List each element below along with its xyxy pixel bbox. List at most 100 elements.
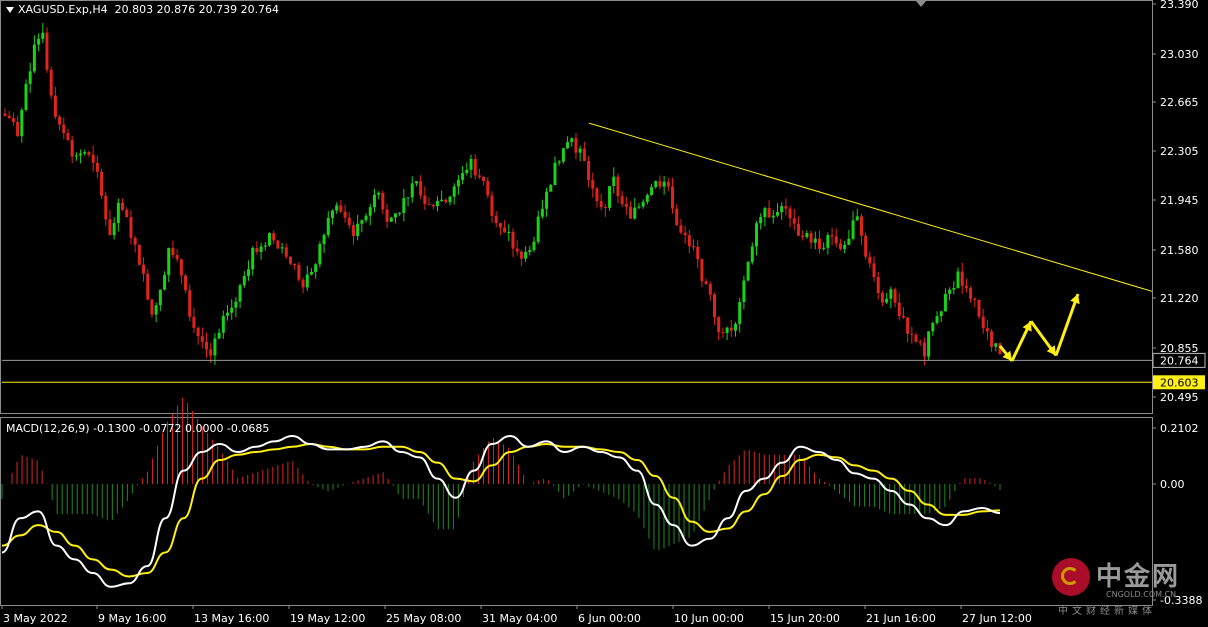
candle-body bbox=[318, 244, 322, 265]
candle-body bbox=[259, 246, 263, 252]
candle-body bbox=[284, 247, 288, 257]
candle-body bbox=[549, 185, 553, 192]
candle-body bbox=[931, 323, 935, 332]
candle-body bbox=[498, 223, 502, 228]
candle-body bbox=[192, 316, 196, 328]
candle-body bbox=[822, 247, 826, 249]
candle-body bbox=[238, 285, 242, 302]
candle-body bbox=[952, 288, 956, 290]
candle-body bbox=[650, 187, 654, 195]
time-tick-label: 6 Jun 00:00 bbox=[578, 612, 641, 625]
candle-body bbox=[969, 288, 973, 299]
candle-body bbox=[629, 206, 633, 219]
candle-body bbox=[906, 317, 910, 334]
candle-body bbox=[200, 336, 204, 342]
candle-body bbox=[293, 263, 297, 265]
candle-body bbox=[700, 259, 704, 282]
dropdown-triangle-icon[interactable] bbox=[6, 7, 14, 13]
price-tick-label: 20.495 bbox=[1160, 391, 1199, 404]
candle-body bbox=[112, 222, 116, 236]
overlay-lines: 20.764 20.603 bbox=[2, 122, 1206, 390]
candle-body bbox=[981, 316, 985, 329]
candle-body bbox=[263, 245, 267, 247]
candle-body bbox=[431, 204, 435, 207]
candle-body bbox=[780, 206, 784, 213]
candle-body bbox=[74, 155, 78, 157]
candle-body bbox=[813, 238, 817, 243]
candle-body bbox=[53, 95, 57, 117]
candle-body bbox=[767, 208, 771, 218]
time-tick-label: 25 May 08:00 bbox=[386, 612, 461, 625]
candle-body bbox=[977, 300, 981, 317]
candle-body bbox=[603, 207, 607, 209]
candle-body bbox=[880, 292, 884, 303]
candle-body bbox=[309, 271, 313, 275]
macd-tick-label: 0.00 bbox=[1160, 478, 1185, 491]
candle-body bbox=[230, 307, 234, 313]
candle-body bbox=[948, 289, 952, 294]
candle-body bbox=[305, 274, 309, 288]
candle-body bbox=[288, 256, 292, 264]
candle-body bbox=[272, 233, 276, 241]
candle-body bbox=[360, 220, 364, 224]
candle-body bbox=[393, 213, 397, 218]
candle-body bbox=[24, 83, 28, 110]
candle-body bbox=[465, 169, 469, 174]
candle-body bbox=[171, 247, 175, 256]
candle-body bbox=[616, 176, 620, 197]
candle-body bbox=[545, 191, 549, 209]
candle-body bbox=[255, 248, 259, 252]
candle-body bbox=[133, 237, 137, 245]
candle-body bbox=[624, 204, 628, 207]
time-tick-label: 3 May 2022 bbox=[3, 612, 68, 625]
candle-body bbox=[519, 251, 523, 259]
candle-body bbox=[922, 342, 926, 357]
candle-body bbox=[163, 275, 167, 290]
candle-body bbox=[326, 217, 330, 235]
candle-body bbox=[490, 195, 494, 216]
candle-body bbox=[28, 71, 32, 84]
price-tick-label: 21.945 bbox=[1160, 194, 1199, 207]
brand-logo-icon bbox=[1052, 558, 1090, 596]
symbol-label: XAGUSD.Exp,H4 bbox=[18, 3, 108, 16]
candle-body bbox=[796, 223, 800, 236]
candle-body bbox=[104, 195, 108, 220]
price-tick-label: 21.580 bbox=[1160, 244, 1199, 257]
candle-body bbox=[696, 246, 700, 260]
candle-body bbox=[754, 223, 758, 247]
candle-body bbox=[729, 327, 733, 331]
candle-body bbox=[95, 162, 99, 172]
current-price-label: 20.764 bbox=[1160, 354, 1199, 367]
watermark: 中金网 CNGOLD.COM.CN 中文财经新媒体 bbox=[1052, 556, 1202, 617]
candle-body bbox=[637, 206, 641, 208]
candle-body bbox=[477, 175, 481, 177]
candle-body bbox=[532, 241, 536, 251]
candle-body bbox=[314, 264, 318, 272]
candle-body bbox=[645, 194, 649, 202]
candle-body bbox=[721, 332, 725, 334]
candle-body bbox=[985, 328, 989, 332]
candle-body bbox=[561, 148, 565, 162]
candle-body bbox=[973, 298, 977, 301]
candle-body bbox=[267, 233, 271, 246]
candle-body bbox=[91, 154, 95, 163]
candle-body bbox=[536, 216, 540, 242]
candle-body bbox=[540, 208, 544, 217]
candle-body bbox=[444, 199, 448, 203]
candle-body bbox=[381, 192, 385, 210]
candle-body bbox=[7, 115, 11, 119]
candle-body bbox=[717, 317, 721, 333]
candle-body bbox=[708, 284, 712, 295]
candle-body bbox=[196, 327, 200, 337]
candle-body bbox=[633, 207, 637, 219]
ohlc-values: 20.803 20.876 20.739 20.764 bbox=[114, 3, 280, 16]
candle-body bbox=[734, 323, 738, 331]
candle-body bbox=[994, 343, 998, 347]
candle-body bbox=[221, 315, 225, 333]
candle-body bbox=[750, 246, 754, 263]
candle-body bbox=[356, 223, 360, 237]
candle-body bbox=[742, 280, 746, 303]
candle-body bbox=[142, 264, 146, 274]
candle-body bbox=[188, 290, 192, 317]
candle-body bbox=[788, 208, 792, 219]
